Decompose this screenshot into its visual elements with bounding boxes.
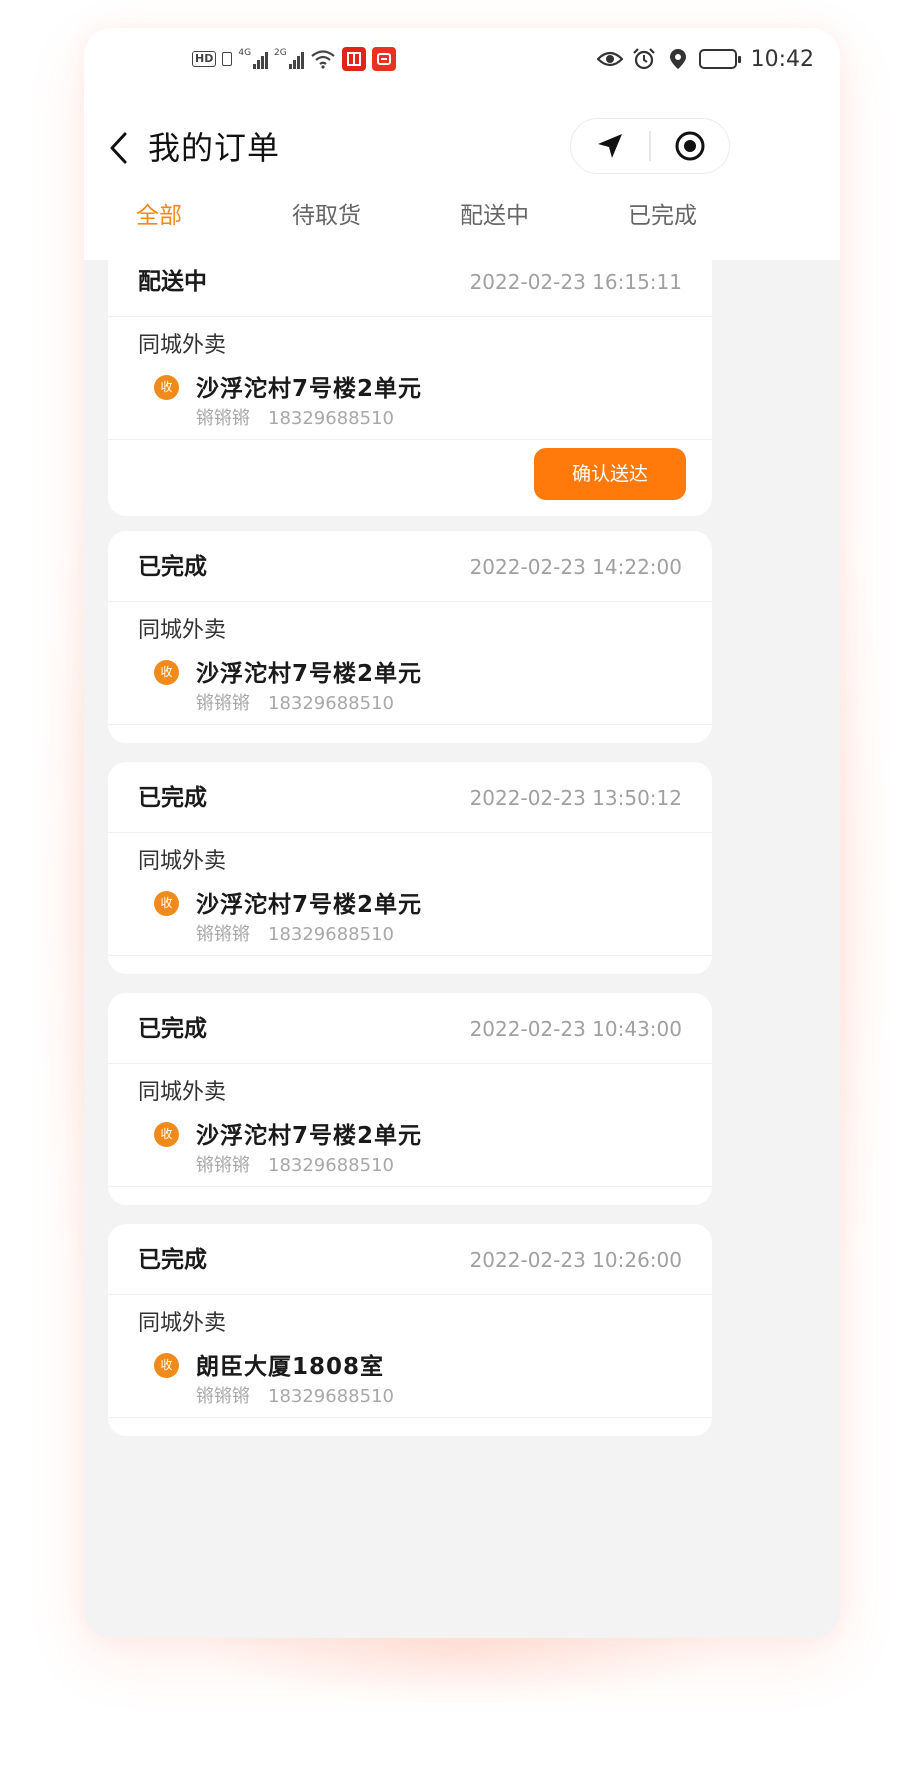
contact-phone: 18329688510 xyxy=(268,1155,394,1176)
order-time: 2022-02-23 10:26:00 xyxy=(469,1248,682,1272)
chevron-left-icon xyxy=(110,132,127,164)
top-area: HD 4G 2G 10:42 我的订单 全部 待取货 配送中 已完成 xyxy=(84,28,840,260)
contact-name: 锵锵锵 xyxy=(196,924,250,945)
signal-2g-icon: 2G xyxy=(274,49,304,69)
order-card-footer: 确认送达 xyxy=(108,440,712,516)
receive-badge-icon: 收 xyxy=(154,1353,179,1378)
order-status: 已完成 xyxy=(138,1016,207,1042)
order-card-header: 已完成 2022-02-23 10:43:00 xyxy=(108,993,712,1064)
confirm-delivery-button[interactable]: 确认送达 xyxy=(534,448,686,500)
contact-name: 锵锵锵 xyxy=(196,693,250,714)
nav-bar: 我的订单 xyxy=(84,112,840,184)
contact-phone: 18329688510 xyxy=(268,408,394,429)
tab-pending-pickup[interactable]: 待取货 xyxy=(292,198,361,234)
close-mini-program-button[interactable] xyxy=(651,119,729,173)
tab-completed[interactable]: 已完成 xyxy=(628,198,697,234)
order-card-header: 已完成 2022-02-23 13:50:12 xyxy=(108,762,712,833)
order-card[interactable]: 已完成 2022-02-23 10:26:00 同城外卖 收 朗臣大厦1808室… xyxy=(108,1224,712,1436)
order-time: 2022-02-23 10:43:00 xyxy=(469,1017,682,1041)
order-card-header: 已完成 2022-02-23 10:26:00 xyxy=(108,1224,712,1295)
delivery-address: 沙浮沱村7号楼2单元 xyxy=(196,661,423,687)
alarm-icon xyxy=(631,48,657,70)
order-card-body: 同城外卖 收 沙浮沱村7号楼2单元 锵锵锵 18329688510 xyxy=(108,1064,712,1187)
tab-delivering[interactable]: 配送中 xyxy=(460,198,529,234)
signal-4g-label: 4G xyxy=(238,48,252,58)
contact-info: 锵锵锵 18329688510 xyxy=(196,923,394,947)
navigation-button[interactable] xyxy=(571,119,649,173)
contact-info: 锵锵锵 18329688510 xyxy=(196,1385,394,1409)
order-time: 2022-02-23 13:50:12 xyxy=(469,786,682,810)
contact-info: 锵锵锵 18329688510 xyxy=(196,407,394,431)
order-card-header: 配送中 2022-02-23 16:15:11 xyxy=(108,246,712,317)
order-card-body: 同城外卖 收 沙浮沱村7号楼2单元 锵锵锵 18329688510 xyxy=(108,317,712,440)
phone-screen: HD 4G 2G 10:42 我的订单 全部 待取货 配送中 已完成 配送中 2… xyxy=(84,28,840,1638)
hd-indicator: HD xyxy=(192,51,217,67)
record-circle-icon xyxy=(675,131,705,161)
order-type: 同城外卖 xyxy=(138,1080,227,1105)
order-card-body: 同城外卖 收 沙浮沱村7号楼2单元 锵锵锵 18329688510 xyxy=(108,602,712,725)
navigation-arrow-icon xyxy=(598,134,623,158)
order-card-footer xyxy=(108,1187,712,1205)
status-bar-right: 10:42 xyxy=(596,44,814,74)
clock: 10:42 xyxy=(750,46,814,72)
location-pin-icon xyxy=(665,48,691,70)
app-icon-red-2 xyxy=(371,47,396,71)
mini-program-capsule xyxy=(570,118,730,174)
order-status: 已完成 xyxy=(138,785,207,811)
eye-icon xyxy=(596,48,623,70)
order-card-header: 已完成 2022-02-23 14:22:00 xyxy=(108,531,712,602)
screenshot-stage: HD 4G 2G 10:42 我的订单 全部 待取货 配送中 已完成 配送中 2… xyxy=(0,0,924,1778)
tab-all[interactable]: 全部 xyxy=(136,198,182,234)
order-type: 同城外卖 xyxy=(138,1311,227,1336)
order-card-footer xyxy=(108,725,712,743)
order-time: 2022-02-23 16:15:11 xyxy=(469,270,682,294)
receive-badge-icon: 收 xyxy=(154,1122,179,1147)
delivery-address: 沙浮沱村7号楼2单元 xyxy=(196,1123,423,1149)
order-card-footer xyxy=(108,1418,712,1436)
receive-badge-icon: 收 xyxy=(154,891,179,916)
contact-phone: 18329688510 xyxy=(268,693,394,714)
order-card-footer xyxy=(108,956,712,974)
order-card[interactable]: 已完成 2022-02-23 13:50:12 同城外卖 收 沙浮沱村7号楼2单… xyxy=(108,762,712,974)
sim-card-icon xyxy=(222,52,233,66)
battery-icon xyxy=(698,49,741,69)
order-card[interactable]: 已完成 2022-02-23 10:43:00 同城外卖 收 沙浮沱村7号楼2单… xyxy=(108,993,712,1205)
app-icon-red-1 xyxy=(341,47,366,71)
receive-badge-icon: 收 xyxy=(154,660,179,685)
contact-name: 锵锵锵 xyxy=(196,1386,250,1407)
contact-info: 锵锵锵 18329688510 xyxy=(196,1154,394,1178)
order-card-body: 同城外卖 收 朗臣大厦1808室 锵锵锵 18329688510 xyxy=(108,1295,712,1418)
delivery-address: 朗臣大厦1808室 xyxy=(196,1354,385,1380)
order-type: 同城外卖 xyxy=(138,333,227,358)
status-bar: HD 4G 2G 10:42 xyxy=(84,28,840,90)
signal-4g-icon: 4G xyxy=(238,48,269,69)
order-card[interactable]: 已完成 2022-02-23 14:22:00 同城外卖 收 沙浮沱村7号楼2单… xyxy=(108,531,712,743)
order-status: 配送中 xyxy=(138,269,207,295)
delivery-address: 沙浮沱村7号楼2单元 xyxy=(196,892,423,918)
contact-name: 锵锵锵 xyxy=(196,1155,250,1176)
contact-phone: 18329688510 xyxy=(268,924,394,945)
delivery-address: 沙浮沱村7号楼2单元 xyxy=(196,376,423,402)
receive-badge-icon: 收 xyxy=(154,375,179,400)
order-status: 已完成 xyxy=(138,554,207,580)
signal-2g-label: 2G xyxy=(274,48,287,58)
contact-phone: 18329688510 xyxy=(268,1386,394,1407)
bottom-fade xyxy=(84,1614,840,1638)
page-title: 我的订单 xyxy=(148,129,281,167)
order-time: 2022-02-23 14:22:00 xyxy=(469,555,682,579)
wifi-icon xyxy=(311,50,335,69)
back-button[interactable] xyxy=(100,128,136,168)
contact-info: 锵锵锵 18329688510 xyxy=(196,692,394,716)
order-status: 已完成 xyxy=(138,1247,207,1273)
contact-name: 锵锵锵 xyxy=(196,408,250,429)
order-type: 同城外卖 xyxy=(138,849,227,874)
status-bar-left: HD 4G 2G xyxy=(192,46,396,72)
order-card[interactable]: 配送中 2022-02-23 16:15:11 同城外卖 收 沙浮沱村7号楼2单… xyxy=(108,246,712,516)
order-type: 同城外卖 xyxy=(138,618,227,643)
order-card-body: 同城外卖 收 沙浮沱村7号楼2单元 锵锵锵 18329688510 xyxy=(108,833,712,956)
